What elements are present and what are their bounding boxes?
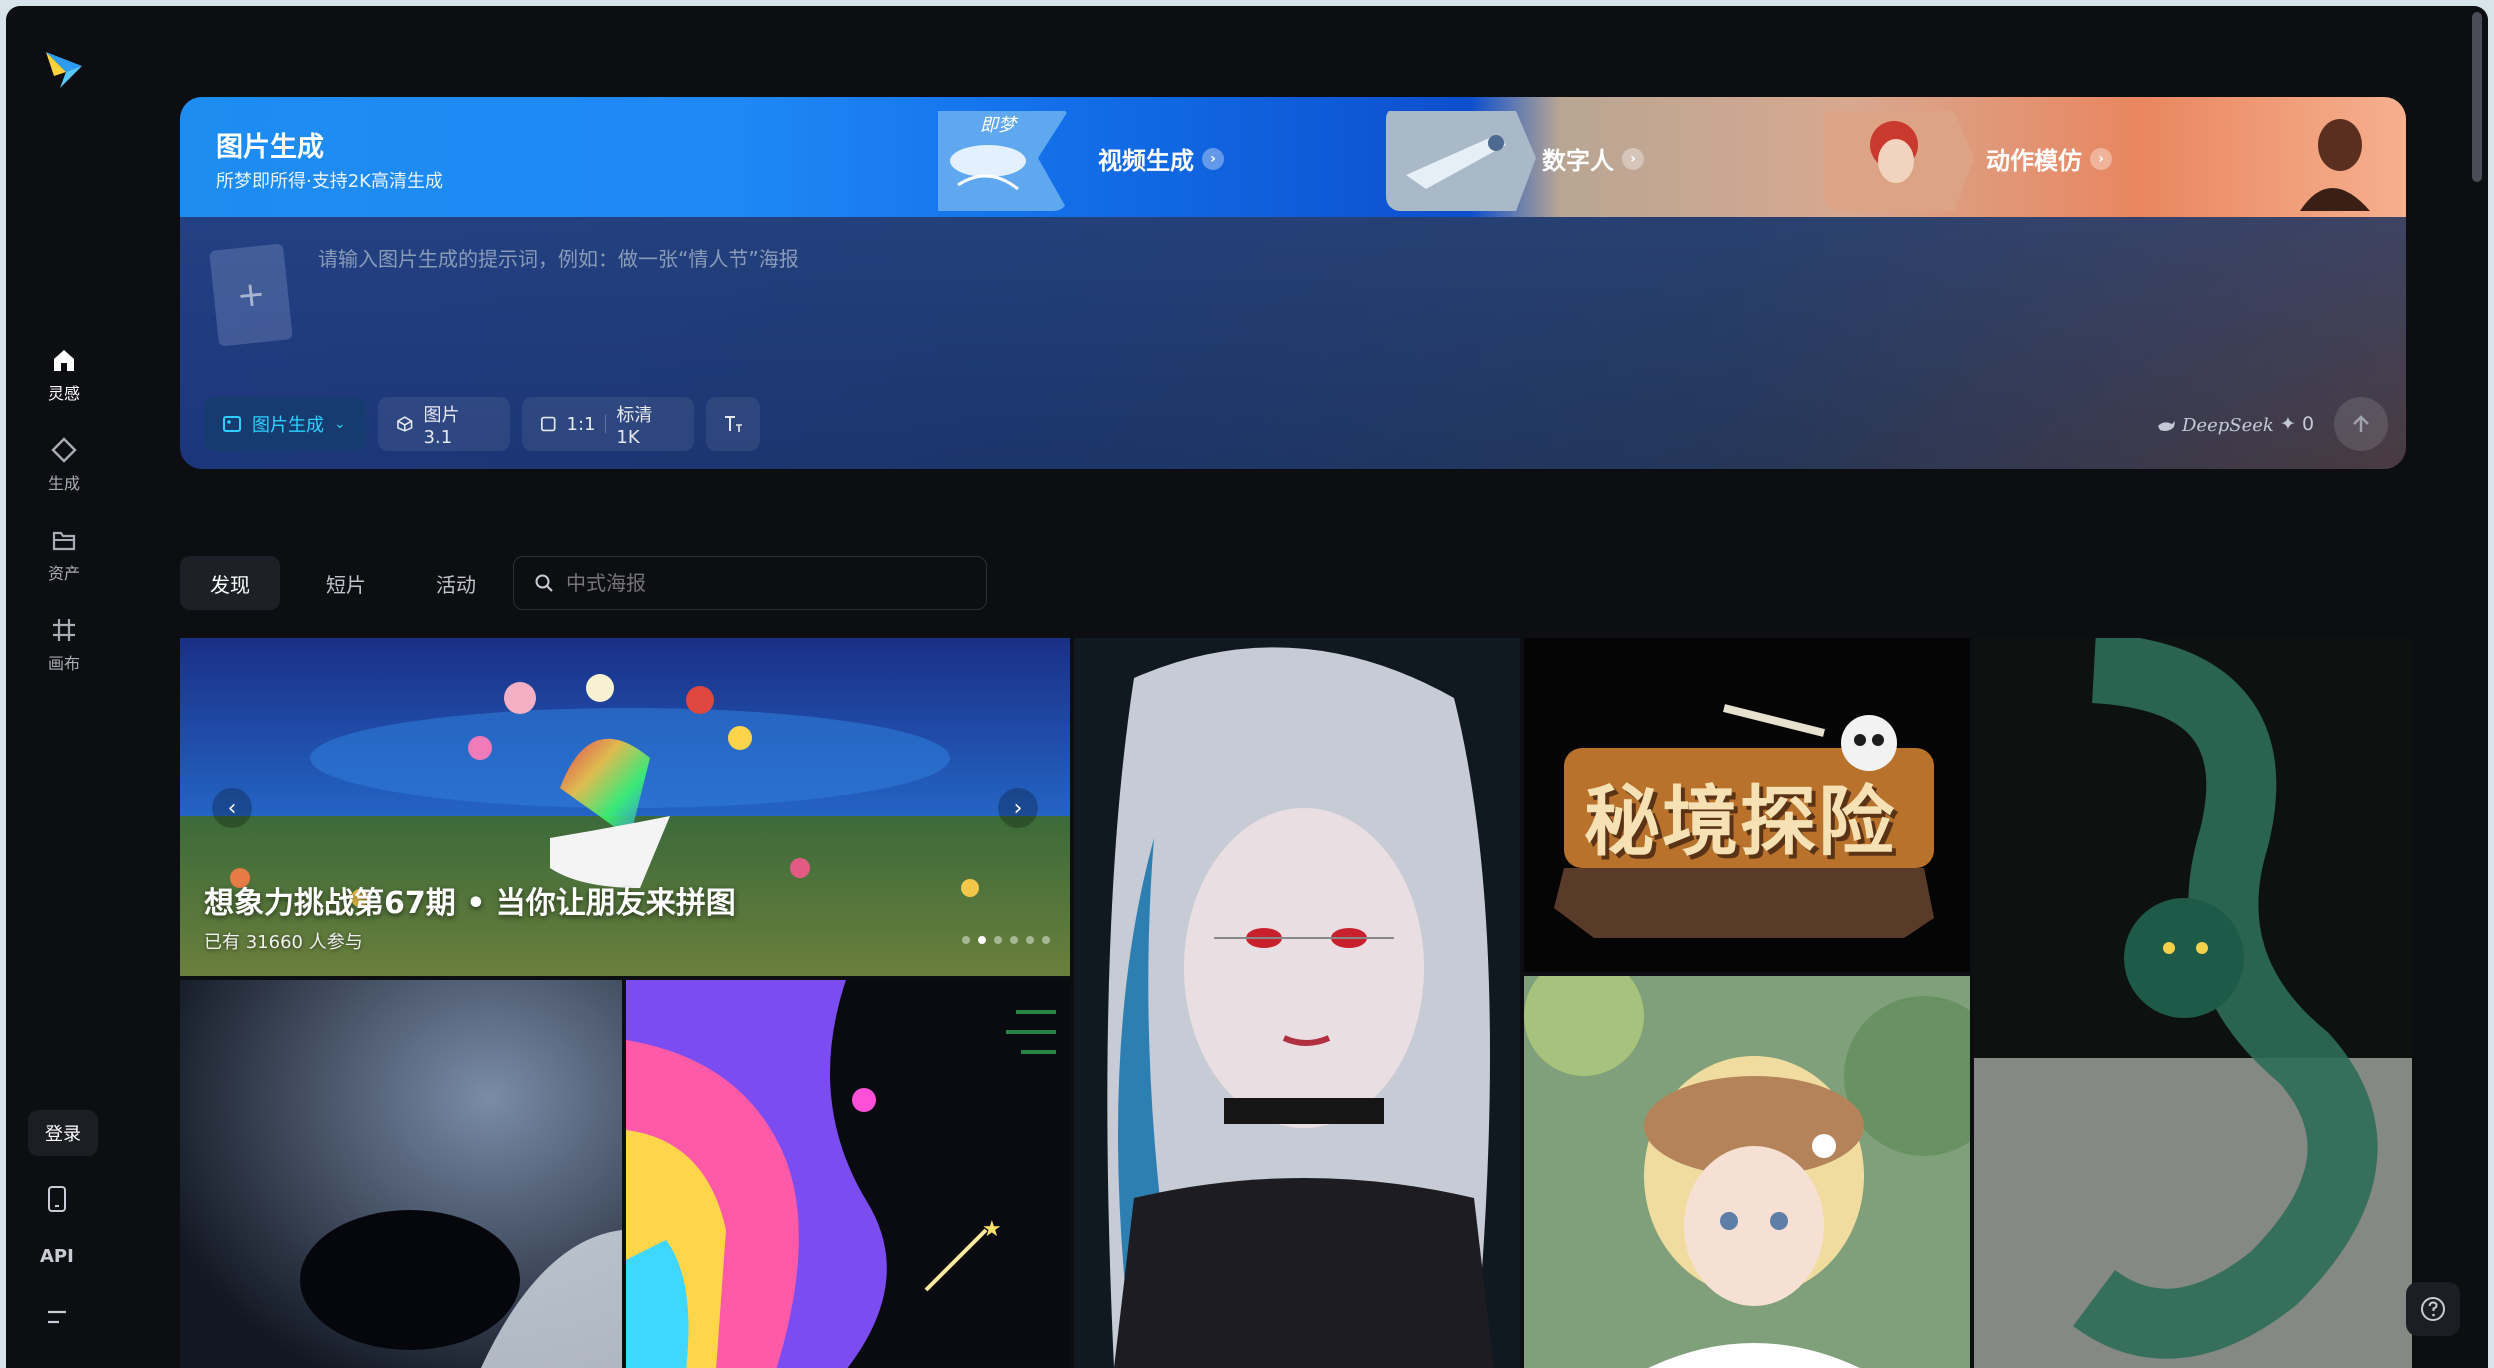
pagination-dot[interactable]	[962, 936, 970, 944]
folder-icon	[52, 531, 76, 551]
aspect-ratio-icon	[541, 416, 556, 432]
menu-icon[interactable]	[44, 1304, 70, 1330]
gallery-image	[1074, 638, 1520, 1368]
search-box[interactable]	[513, 556, 987, 610]
tab-events[interactable]: 活动	[406, 556, 506, 610]
model-select[interactable]: 图片 3.1	[378, 397, 510, 451]
gallery-card[interactable]: 秘境探险	[1524, 638, 1970, 972]
text-icon	[725, 416, 742, 432]
canvas-icon	[53, 619, 75, 641]
dancer-thumb-image	[2300, 119, 2370, 211]
gallery-card[interactable]	[1974, 638, 2412, 1368]
gallery-card-title: 秘境探险	[1584, 777, 1896, 866]
login-button[interactable]: 登录	[28, 1110, 98, 1156]
chevron-right-icon: ›	[2090, 147, 2112, 170]
help-icon	[2421, 1297, 2445, 1321]
cube-icon	[397, 416, 413, 432]
sidebar-item-label: 生成	[47, 474, 80, 493]
sidebar-item-generate[interactable]: 生成	[20, 436, 108, 494]
pagination-dot[interactable]	[994, 936, 1002, 944]
text-style-button[interactable]	[706, 397, 760, 451]
banner-prev-button[interactable]: ‹	[212, 788, 252, 828]
help-button[interactable]	[2406, 1282, 2460, 1336]
sidebar-item-canvas[interactable]: 画布	[20, 616, 108, 674]
banner-next-button[interactable]: ›	[998, 788, 1038, 828]
banner-image	[180, 638, 1070, 976]
pagination-dot[interactable]	[1042, 936, 1050, 944]
thumb-label: 即梦	[980, 115, 1016, 136]
generation-panel: 图片生成 所梦即所得·支持2K高清生成 即梦 视频生成 › 数字人 › 动作模仿…	[180, 97, 2406, 469]
deepseek-toggle[interactable]: DeepSeek	[2156, 415, 2274, 436]
arrow-up-icon	[2353, 415, 2369, 432]
diamond-icon	[51, 437, 77, 463]
pagination-dot[interactable]	[978, 936, 986, 944]
gallery-image: ★	[626, 980, 1070, 1368]
tab-discover[interactable]: 发现	[180, 556, 280, 610]
api-link[interactable]: API	[40, 1246, 74, 1267]
quality-label: 标清 1K	[616, 404, 653, 448]
feature-banner: 图片生成 所梦即所得·支持2K高清生成 即梦 视频生成 › 数字人 › 动作模仿…	[180, 97, 2406, 217]
banner-title: 想象力挑战第67期 • 当你让朋友来拼图	[204, 886, 736, 921]
prompt-input[interactable]: 请输入图片生成的提示词，例如：做一张“情人节”海报	[318, 243, 799, 272]
search-input[interactable]	[564, 570, 968, 596]
gallery-card[interactable]: ★	[626, 980, 1070, 1368]
sidebar-item-label: 资产	[47, 564, 80, 583]
sidebar-item-label: 灵感	[47, 384, 80, 403]
gallery-image	[180, 980, 622, 1368]
credits-count: 0	[2301, 413, 2315, 435]
sparkle-icon: ✦	[2280, 413, 2296, 435]
chevron-down-icon: ⌄	[334, 416, 346, 432]
upload-reference-button[interactable]: +	[209, 243, 293, 347]
tab-label: 数字人	[1542, 147, 1614, 175]
search-icon	[535, 574, 553, 592]
deepseek-label: DeepSeek	[2182, 415, 2274, 436]
tab-label: 动作模仿	[1986, 147, 2082, 175]
send-button[interactable]	[2334, 397, 2388, 451]
banner-pagination	[962, 936, 1050, 944]
digital-human-thumb-image	[1386, 111, 1536, 211]
gallery-image	[1974, 638, 2412, 1368]
sidebar-item-assets[interactable]: 资产	[20, 526, 108, 584]
whale-icon	[2158, 420, 2175, 431]
credits-display: ✦ 0	[2280, 413, 2314, 435]
app-window: 灵感 生成 资产 画布 登录 API 图片生成 所梦即所得·支持2K高清生成 即…	[6, 6, 2488, 1368]
tab-action-imitation[interactable]: 动作模仿 ›	[1986, 141, 2112, 176]
mobile-icon[interactable]	[44, 1184, 70, 1214]
sidebar: 灵感 生成 资产 画布 登录 API	[6, 6, 120, 1368]
image-icon	[223, 416, 241, 432]
ratio-label: 1:1	[566, 413, 596, 435]
hero-subtitle: 所梦即所得·支持2K高清生成	[216, 171, 443, 192]
chevron-right-icon: ›	[1622, 147, 1644, 170]
hero-title: 图片生成	[216, 132, 324, 163]
pagination-dot[interactable]	[1026, 936, 1034, 944]
sidebar-item-label: 画布	[47, 654, 80, 673]
gallery-card[interactable]	[1074, 638, 1520, 1368]
model-label: 图片 3.1	[423, 404, 460, 448]
tab-digital-human[interactable]: 数字人 ›	[1542, 141, 1644, 176]
logo-icon[interactable]	[42, 46, 88, 92]
prompt-area: + 请输入图片生成的提示词，例如：做一张“情人节”海报	[180, 217, 2406, 469]
tab-label: 视频生成	[1098, 147, 1194, 175]
svg-text:★: ★	[982, 1217, 1002, 1242]
banner-subtitle: 已有 31660 人参与	[204, 932, 363, 953]
challenge-banner[interactable]: ‹ › 想象力挑战第67期 • 当你让朋友来拼图 已有 31660 人参与	[180, 638, 1070, 976]
gallery-image	[1524, 976, 1970, 1368]
divider	[605, 415, 607, 433]
gallery-card[interactable]	[180, 980, 622, 1368]
sidebar-item-inspiration[interactable]: 灵感	[20, 346, 108, 404]
pagination-dot[interactable]	[1010, 936, 1018, 944]
action-thumb-image	[1824, 111, 1974, 211]
mode-select[interactable]: 图片生成 ⌄	[204, 397, 366, 451]
chevron-right-icon: ›	[1202, 147, 1224, 170]
gallery-card[interactable]	[1524, 976, 1970, 1368]
home-icon	[54, 350, 74, 371]
mode-label: 图片生成	[252, 415, 324, 436]
tab-shorts[interactable]: 短片	[296, 556, 396, 610]
ratio-quality-select[interactable]: 1:1 标清 1K	[522, 397, 694, 451]
scrollbar[interactable]	[2472, 12, 2482, 182]
tab-video-generation[interactable]: 视频生成 ›	[1098, 141, 1224, 176]
